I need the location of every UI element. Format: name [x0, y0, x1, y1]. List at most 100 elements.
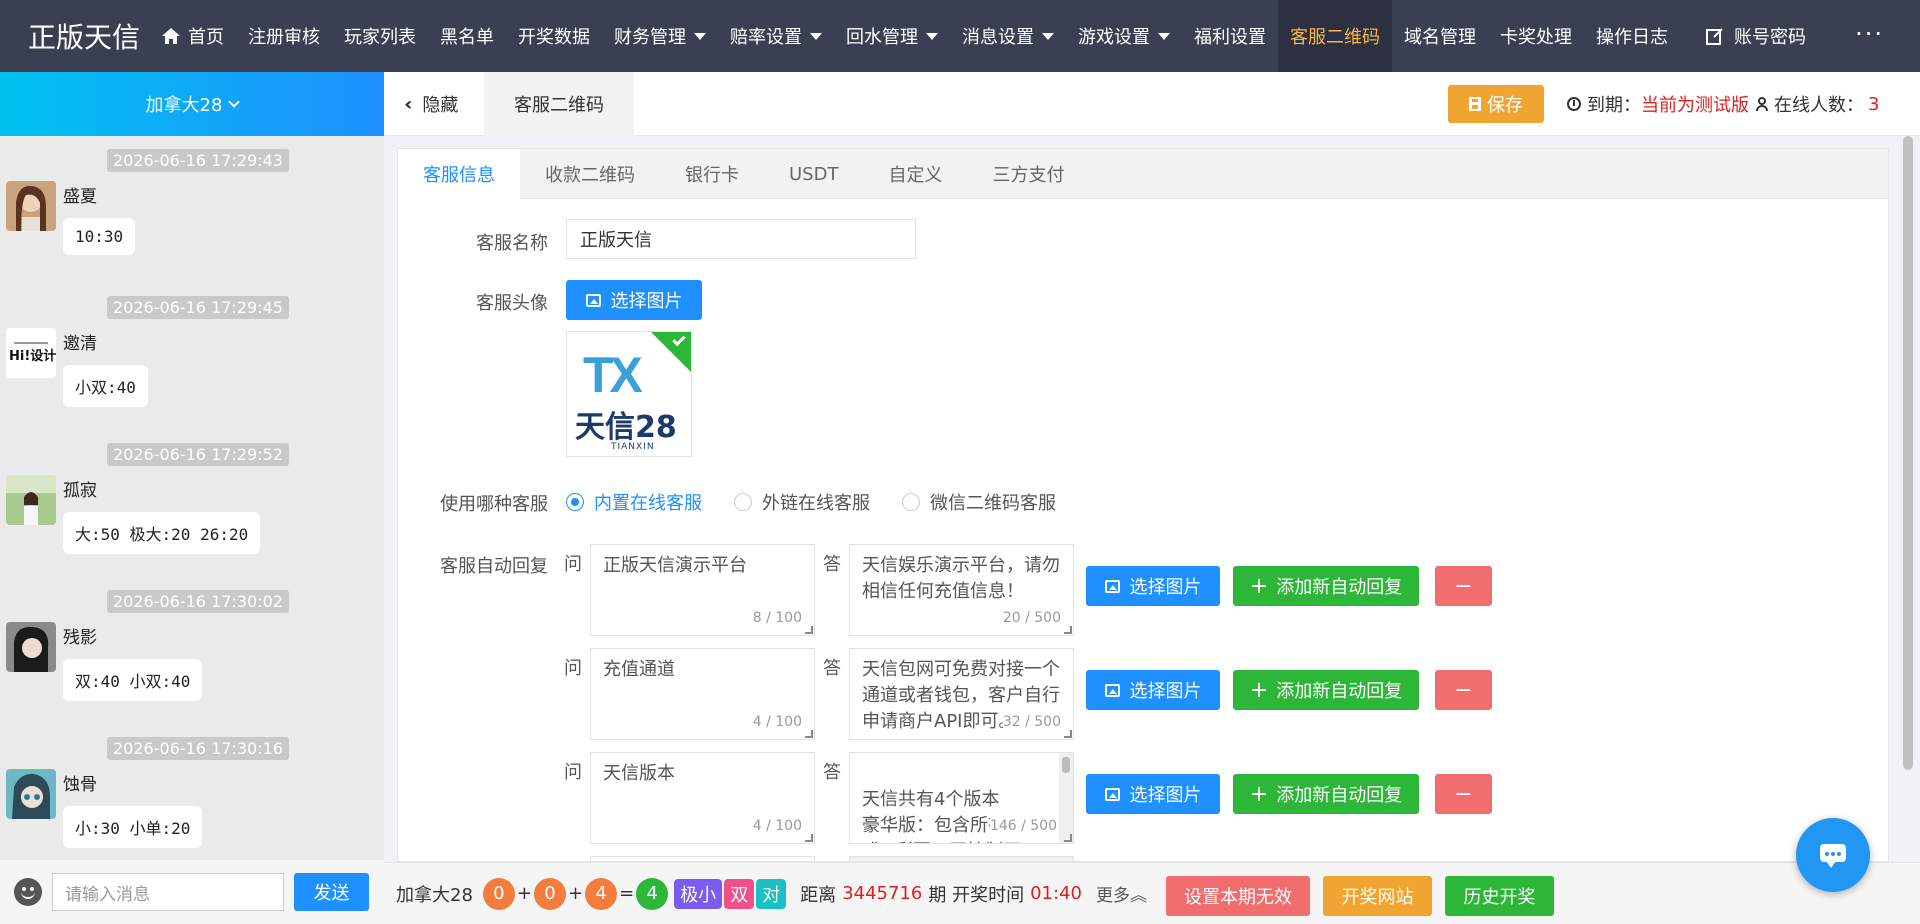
expire-value: 当前为测试版 — [1641, 95, 1749, 116]
remove-reply-button[interactable]: − — [1435, 566, 1492, 606]
auto-reply-row: 问 充值通道 4 / 100 答 天信包网可免费对接一个通道或者钱包，客户自行申… — [398, 648, 1492, 748]
resize-grip-icon[interactable] — [805, 626, 813, 634]
more-menu-icon[interactable]: ··· — [1855, 20, 1884, 48]
set-period-invalid-button[interactable]: 设置本期无效 — [1166, 876, 1310, 916]
clock-icon — [1567, 97, 1581, 111]
radio-external-service[interactable]: 外链在线客服 — [734, 489, 870, 515]
choose-image-button[interactable]: 选择图片 — [1086, 670, 1220, 710]
message-bubble: 小:30 小单:20 — [63, 806, 203, 848]
remove-reply-button[interactable]: − — [1435, 670, 1492, 710]
resize-grip-icon[interactable] — [1064, 626, 1072, 634]
save-label: 保存 — [1487, 95, 1523, 116]
hide-sidebar-button[interactable]: ‹‹ 隐藏 — [404, 72, 458, 136]
lottery-site-button[interactable]: 开奖网站 — [1323, 876, 1432, 916]
choose-image-label: 选择图片 — [1129, 681, 1202, 702]
tab-usdt[interactable]: USDT — [764, 149, 863, 199]
chat-dot — [1831, 852, 1835, 856]
chevron-down-icon — [228, 96, 241, 108]
nav-item-lottery-data[interactable]: 开奖数据 — [506, 0, 602, 72]
send-button[interactable]: 发送 — [294, 873, 369, 911]
expire-label: 到期： — [1587, 95, 1641, 116]
message-time: 2026-06-16 17:29:43 — [107, 149, 289, 172]
question-textarea[interactable]: 充值通道 4 / 100 — [590, 648, 815, 740]
message-sender: 残影 — [63, 628, 97, 648]
chat-room-selector[interactable]: 加拿大28 — [0, 72, 384, 136]
chat-bubble-icon[interactable] — [1796, 818, 1870, 892]
result-ball: 0 — [482, 877, 515, 910]
result-ball: 4 — [585, 877, 618, 910]
nav-item-odds[interactable]: 赔率设置 — [718, 0, 834, 72]
chat-message-input[interactable]: 请输入消息 — [52, 873, 284, 911]
question-text: 天信版本 — [603, 763, 675, 784]
nav-item-register-review[interactable]: 注册审核 — [236, 0, 332, 72]
add-reply-label: 添加新自动回复 — [1276, 577, 1403, 598]
scrollbar-thumb[interactable] — [1903, 136, 1913, 770]
nav-item-account-password[interactable]: 账号密码 — [1694, 0, 1818, 72]
equals-sign: = — [619, 883, 635, 904]
message-bubble: 小双:40 — [63, 365, 148, 407]
tab-payment-qrcode[interactable]: 收款二维码 — [520, 149, 660, 199]
history-lottery-button[interactable]: 历史开奖 — [1445, 876, 1554, 916]
answer-textarea[interactable]: 天信包网可免费对接一个通道或者钱包，客户自行申请商户API即可。 32 / 50… — [849, 648, 1074, 740]
tab-custom[interactable]: 自定义 — [863, 149, 967, 199]
choose-avatar-button[interactable]: 选择图片 — [566, 280, 702, 320]
more-link[interactable]: 更多︽ — [1096, 881, 1147, 906]
nav-item-service-qrcode[interactable]: 客服二维码 — [1278, 0, 1392, 72]
resize-grip-icon[interactable] — [805, 834, 813, 842]
nav-item-label: 操作日志 — [1596, 27, 1668, 48]
tab-bank-card[interactable]: 银行卡 — [660, 149, 764, 199]
char-count: 4 / 100 — [752, 813, 802, 839]
nav-item-finance[interactable]: 财务管理 — [602, 0, 718, 72]
chat-message-list[interactable]: 2026-06-16 17:29:43 盛夏 10:30 2026-06-16 … — [0, 136, 384, 860]
nav-item-domain[interactable]: 域名管理 — [1392, 0, 1488, 72]
question-textarea[interactable]: 天信版本 4 / 100 — [590, 752, 815, 844]
message-bubble: 大:50 极大:20 26:20 — [63, 512, 261, 554]
answer-label: 答 — [823, 658, 841, 679]
answer-textarea[interactable]: 天信娱乐演示平台，请勿相信任何充值信息！ 20 / 500 — [849, 544, 1074, 636]
avatar — [6, 181, 56, 231]
tab-service-qrcode[interactable]: 客服二维码 — [484, 72, 634, 136]
nav-item-welfare[interactable]: 福利设置 — [1182, 0, 1278, 72]
nav-item-operation-log[interactable]: 操作日志 — [1584, 0, 1680, 72]
nav-item-player-list[interactable]: 玩家列表 — [332, 0, 428, 72]
avatar-preview[interactable]: TX 天信28 TIANXIN — [566, 331, 692, 457]
remove-reply-button[interactable]: − — [1435, 774, 1492, 814]
answer-label: 答 — [823, 554, 841, 575]
resize-grip-icon[interactable] — [805, 730, 813, 738]
chat-dot — [1837, 852, 1841, 856]
save-icon — [1469, 97, 1481, 111]
nav-item-rebate[interactable]: 回水管理 — [834, 0, 950, 72]
page-scrollbar[interactable] — [1900, 136, 1916, 786]
resize-grip-icon[interactable] — [1064, 730, 1072, 738]
tab-third-party-pay[interactable]: 三方支付 — [967, 149, 1089, 199]
more-label: 更多 — [1095, 886, 1130, 906]
service-name-input[interactable]: 正版天信 — [566, 219, 916, 259]
nav-item-messages[interactable]: 消息设置 — [950, 0, 1066, 72]
nav-item-label: 客服二维码 — [1290, 27, 1380, 48]
radio-label: 外链在线客服 — [762, 493, 870, 514]
save-button[interactable]: 保存 — [1448, 85, 1544, 123]
plus-icon: + — [1249, 677, 1269, 703]
nav-item-blacklist[interactable]: 黑名单 — [428, 0, 506, 72]
nav-item-card-handling[interactable]: 卡奖处理 — [1488, 0, 1584, 72]
double-chevron-left-icon: ‹‹ — [404, 93, 414, 115]
nav-item-game-settings[interactable]: 游戏设置 — [1066, 0, 1182, 72]
question-textarea[interactable]: 正版天信演示平台 8 / 100 — [590, 544, 815, 636]
nav-item-home[interactable]: 首页 — [150, 0, 236, 72]
choose-image-label: 选择图片 — [610, 291, 683, 312]
period-number: 3445716 — [842, 883, 923, 904]
emoji-icon[interactable] — [14, 878, 42, 906]
radio-wechat-qrcode-service[interactable]: 微信二维码客服 — [902, 489, 1056, 515]
choose-image-button[interactable]: 选择图片 — [1086, 566, 1220, 606]
char-count: 20 / 500 — [1002, 605, 1061, 631]
resize-grip-icon[interactable] — [1064, 834, 1072, 842]
radio-builtin-service[interactable]: 内置在线客服 — [566, 489, 702, 515]
add-auto-reply-button[interactable]: + 添加新自动回复 — [1233, 670, 1419, 710]
choose-image-button[interactable]: 选择图片 — [1086, 774, 1220, 814]
answer-textarea[interactable]: 天信共有4个版本 豪华版：包含所有28游戏+彩票，无控制开奖，可防杀 146 /… — [849, 752, 1074, 844]
textarea-scrollbar[interactable] — [1059, 753, 1073, 843]
tab-service-info[interactable]: 客服信息 — [398, 149, 520, 199]
add-auto-reply-button[interactable]: + 添加新自动回复 — [1233, 566, 1419, 606]
question-text: 充值通道 — [603, 659, 675, 680]
add-auto-reply-button[interactable]: + 添加新自动回复 — [1233, 774, 1419, 814]
